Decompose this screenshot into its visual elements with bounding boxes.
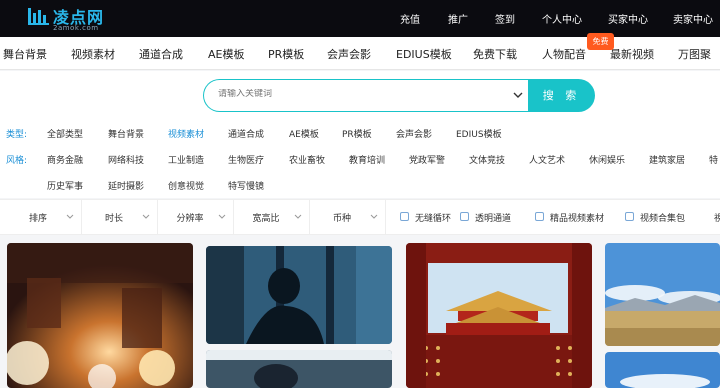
- search-area: 搜 索: [0, 71, 720, 121]
- aspect-ratio-dropdown[interactable]: 宽高比: [236, 200, 310, 234]
- type-video-material[interactable]: 视频素材: [168, 127, 204, 140]
- style-government[interactable]: 党政军警: [409, 153, 445, 166]
- aspect-ratio-label: 宽高比: [252, 214, 280, 224]
- checkbox-box[interactable]: [400, 212, 409, 221]
- nav-edius-templates[interactable]: EDIUS模板: [396, 46, 452, 62]
- checkbox-box[interactable]: [535, 212, 544, 221]
- personal-center-link[interactable]: 个人中心: [542, 11, 582, 26]
- chevron-down-icon[interactable]: [511, 88, 525, 102]
- seamless-loop-label: 无缝循环: [415, 214, 452, 224]
- sort-label: 排序: [28, 214, 47, 224]
- type-pr-templates[interactable]: PR模板: [342, 127, 372, 140]
- nav-voice-dubbing[interactable]: 人物配音: [542, 46, 586, 62]
- premium-video-label: 精品视频素材: [550, 214, 605, 224]
- sort-dropdown[interactable]: 排序: [8, 200, 82, 234]
- blue-sky-image: [605, 352, 720, 388]
- type-edius-templates[interactable]: EDIUS模板: [456, 127, 502, 140]
- currency-label: 币种: [332, 214, 351, 224]
- nav-stage-background[interactable]: 舞台背景: [3, 46, 47, 62]
- nav-latest-videos[interactable]: 最新视频: [610, 46, 654, 62]
- duration-dropdown[interactable]: 时长: [84, 200, 158, 234]
- currency-dropdown[interactable]: 币种: [312, 200, 386, 234]
- chevron-down-icon: [370, 214, 378, 219]
- video-grid: [0, 236, 720, 388]
- checkin-link[interactable]: 签到: [495, 11, 515, 26]
- dark-interior-image: [206, 350, 392, 388]
- type-stage-background[interactable]: 舞台背景: [108, 127, 144, 140]
- nav-huisheng-huiying[interactable]: 会声会影: [327, 46, 371, 62]
- grassland-sky-image: [605, 243, 720, 346]
- style-industry[interactable]: 工业制造: [168, 153, 204, 166]
- style-medical[interactable]: 生物医疗: [228, 153, 264, 166]
- seller-center-link[interactable]: 卖家中心: [673, 11, 713, 26]
- video-thumbnail-forbidden-city[interactable]: [406, 243, 592, 388]
- top-links: 充值 推广 签到 个人中心 买家中心 卖家中心: [0, 0, 720, 37]
- silhouette-window-image: [206, 246, 392, 344]
- alpha-channel-label: 透明通道: [475, 214, 512, 224]
- style-filter-label: 风格:: [6, 156, 28, 166]
- nav-channel-composite[interactable]: 通道合成: [139, 46, 183, 62]
- video-thumbnail-blue-sky[interactable]: [605, 352, 720, 388]
- sort-bar: 排序 时长 分辨率 宽高比 币种 无缝循环 透明通道 精品视频素材 视频合集包 …: [0, 199, 720, 235]
- night-street-image: [7, 243, 193, 388]
- style-arts[interactable]: 人文艺术: [529, 153, 565, 166]
- nav-image-gallery[interactable]: 万图聚: [678, 46, 711, 62]
- video-thumbnail-night-street[interactable]: [7, 243, 193, 388]
- search-input[interactable]: [218, 89, 498, 99]
- checkbox-box[interactable]: [460, 212, 469, 221]
- sortbar-tail-truncated: 視: [714, 214, 720, 224]
- chevron-down-icon: [142, 214, 150, 219]
- free-badge: 免费: [587, 33, 614, 50]
- buyer-center-link[interactable]: 买家中心: [608, 11, 648, 26]
- style-architecture[interactable]: 建筑家居: [649, 153, 685, 166]
- resolution-dropdown[interactable]: 分辨率: [160, 200, 234, 234]
- type-filter-label: 类型:: [6, 130, 28, 140]
- nav-free-download[interactable]: 免费下载: [473, 46, 517, 62]
- checkbox-box[interactable]: [625, 212, 634, 221]
- style-finance[interactable]: 商务金融: [47, 153, 83, 166]
- video-thumbnail-silhouette-window[interactable]: [206, 246, 392, 344]
- recharge-link[interactable]: 充值: [400, 11, 420, 26]
- style-more-truncated[interactable]: 特: [709, 153, 718, 166]
- video-thumbnail-dark-interior[interactable]: [206, 350, 392, 388]
- nav-ae-templates[interactable]: AE模板: [208, 46, 244, 62]
- type-ae-templates[interactable]: AE模板: [289, 127, 319, 140]
- forbidden-city-image: [406, 243, 592, 388]
- chevron-down-icon: [66, 214, 74, 219]
- style-history-military[interactable]: 历史军事: [47, 179, 83, 192]
- nav-video-material[interactable]: 视频素材: [71, 46, 115, 62]
- filter-panel: 类型: 全部类型 舞台背景 视频素材 通道合成 AE模板 PR模板 会声会影 E…: [0, 121, 720, 198]
- type-channel-composite[interactable]: 通道合成: [228, 127, 264, 140]
- search-button[interactable]: 搜 索: [528, 79, 595, 112]
- style-tech[interactable]: 网络科技: [108, 153, 144, 166]
- style-agriculture[interactable]: 农业畜牧: [289, 153, 325, 166]
- style-sports[interactable]: 文体竞技: [469, 153, 505, 166]
- type-all[interactable]: 全部类型: [47, 127, 83, 140]
- style-creative-visual[interactable]: 创意视觉: [168, 179, 204, 192]
- video-bundle-label: 视频合集包: [640, 214, 686, 224]
- duration-label: 时长: [104, 214, 123, 224]
- style-closeup-slowmo[interactable]: 特写慢镜: [228, 179, 264, 192]
- top-bar: 凌点网 2amok.com 充值 推广 签到 个人中心 买家中心 卖家中心: [0, 0, 720, 37]
- promote-link[interactable]: 推广: [448, 11, 468, 26]
- type-huisheng-huiying[interactable]: 会声会影: [396, 127, 432, 140]
- resolution-label: 分辨率: [176, 214, 204, 224]
- search-box: [203, 79, 533, 112]
- style-leisure[interactable]: 休闲娱乐: [589, 153, 625, 166]
- style-timelapse[interactable]: 延时摄影: [108, 179, 144, 192]
- video-thumbnail-grassland-sky[interactable]: [605, 243, 720, 346]
- style-education[interactable]: 教育培训: [349, 153, 385, 166]
- chevron-down-icon: [218, 214, 226, 219]
- nav-pr-templates[interactable]: PR模板: [268, 46, 304, 62]
- chevron-down-icon: [294, 214, 302, 219]
